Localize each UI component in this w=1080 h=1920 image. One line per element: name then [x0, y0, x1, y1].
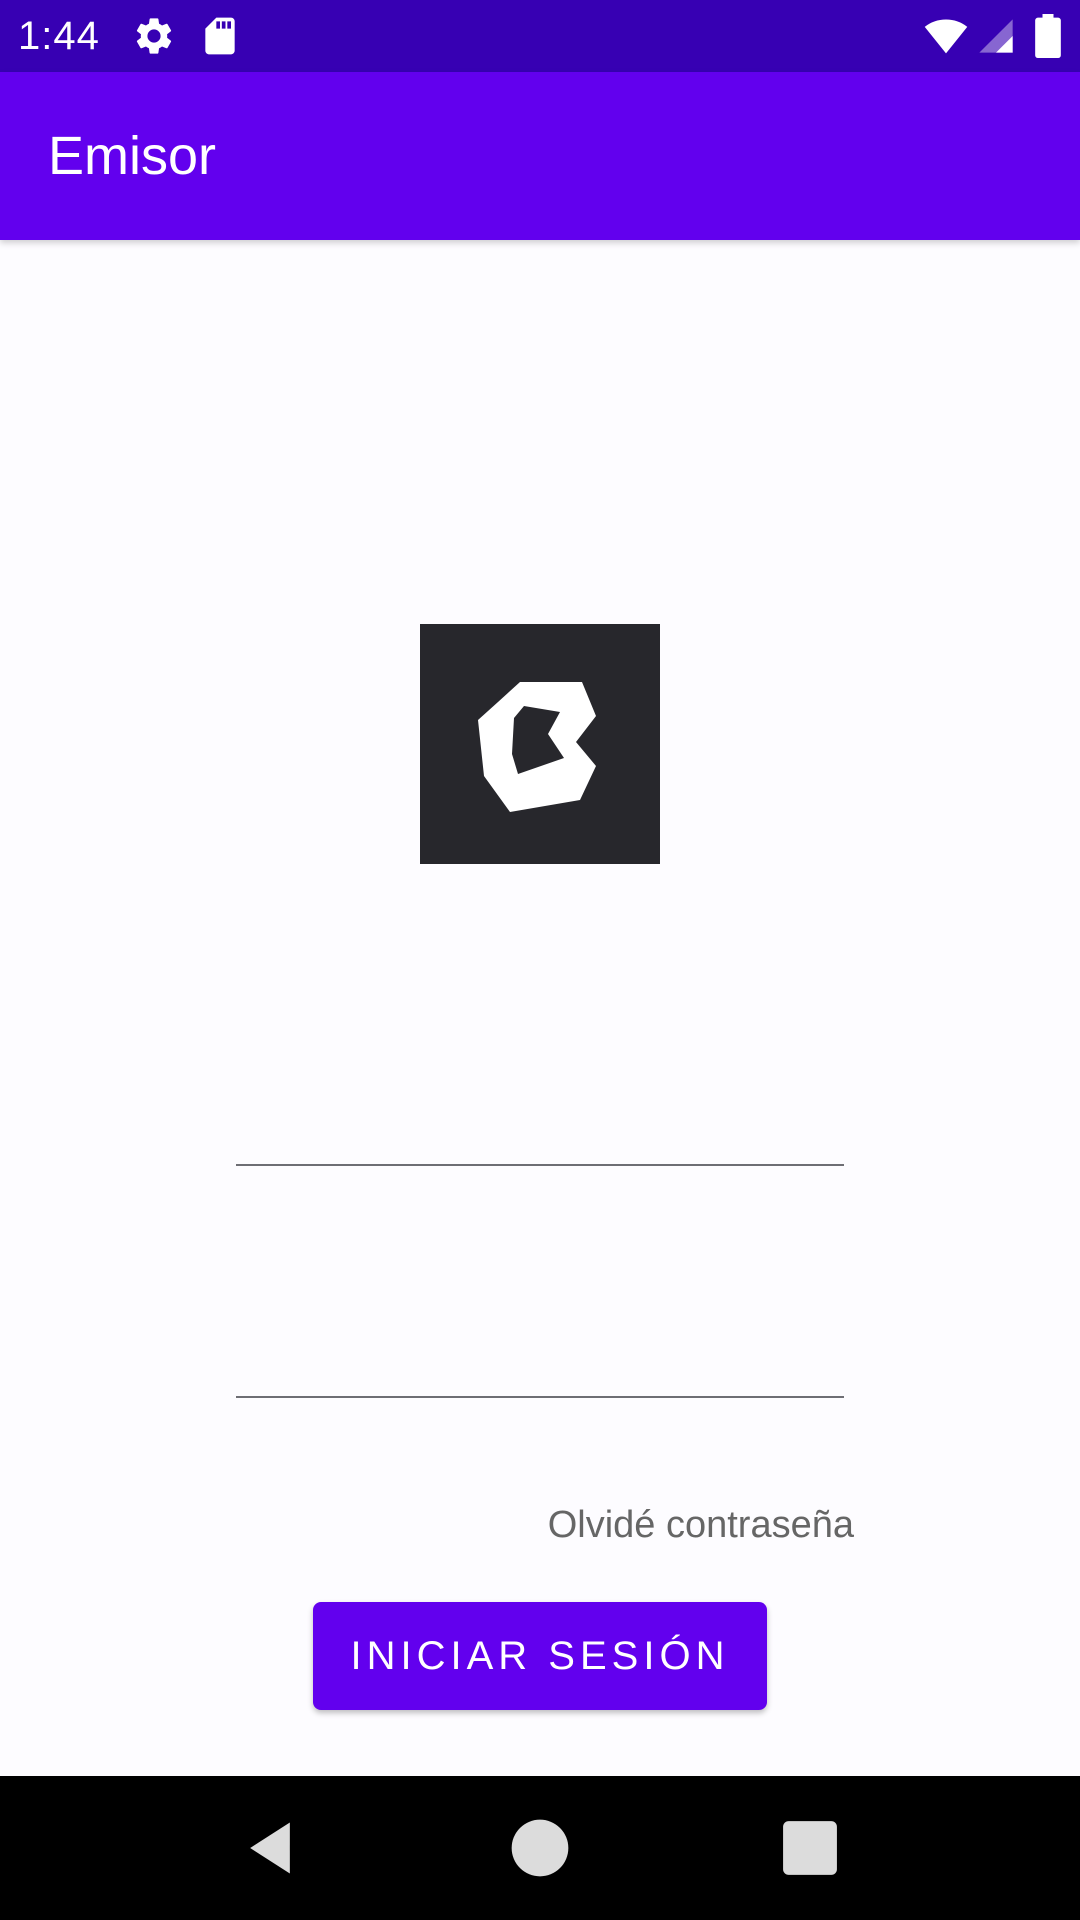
- login-button[interactable]: INICIAR SESIÓN: [313, 1602, 767, 1710]
- battery-icon: [1035, 14, 1061, 58]
- brand-logo: [420, 624, 660, 864]
- status-time: 1:44: [18, 14, 100, 58]
- password-field[interactable]: [236, 1288, 844, 1398]
- username-field[interactable]: [236, 1056, 844, 1166]
- navigation-bar: [0, 1776, 1080, 1920]
- status-bar: 1:44: [0, 0, 1080, 72]
- username-underline: [236, 1164, 844, 1166]
- app-title: Emisor: [48, 126, 217, 186]
- settings-icon: [136, 18, 172, 54]
- password-input[interactable]: [236, 1343, 844, 1388]
- home-icon[interactable]: [506, 1814, 574, 1882]
- back-icon[interactable]: [236, 1814, 304, 1882]
- forgot-password-link[interactable]: Olvidé contraseña: [548, 1500, 854, 1550]
- username-input[interactable]: [236, 1111, 844, 1156]
- brand-logo-mark: [478, 682, 596, 812]
- signal-icon: [979, 19, 1013, 53]
- app-bar: Emisor: [0, 72, 1080, 240]
- password-underline: [236, 1396, 844, 1398]
- wifi-icon: [924, 19, 968, 54]
- recents-icon[interactable]: [776, 1814, 844, 1882]
- sd-card-icon: [205, 17, 235, 55]
